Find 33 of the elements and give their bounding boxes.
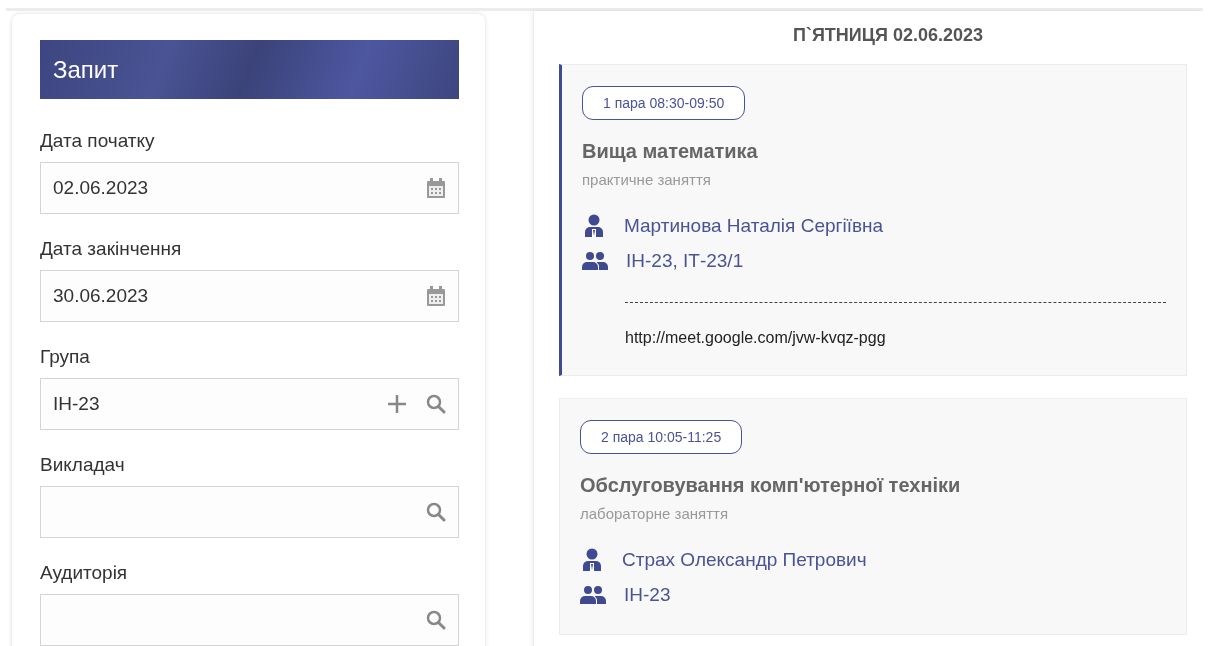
input-field[interactable]: 02.06.2023	[40, 162, 459, 214]
field-label: Дата початку	[40, 130, 156, 152]
input-field[interactable]	[40, 486, 459, 538]
lesson-type: лабораторне заняття	[580, 505, 730, 522]
input-field[interactable]	[40, 594, 459, 646]
lesson-type: практичне заняття	[582, 171, 712, 188]
day-title: П`ЯТНИЦЯ 02.06.2023	[792, 25, 984, 46]
search-icon[interactable]	[426, 394, 446, 414]
teacher-icon	[580, 548, 604, 572]
teacher-link[interactable]: Страх Олександр Петрович	[622, 549, 867, 571]
subject-title: Вища математика	[582, 140, 759, 163]
subject-title: Обслуговування комп'ютерної техніки	[580, 474, 962, 497]
teacher-link[interactable]: Мартинова Наталія Сергіївна	[624, 215, 884, 237]
meeting-link[interactable]: http://meet.google.com/jvw-kvqz-pgg	[625, 329, 886, 347]
group-icon	[582, 251, 608, 271]
calendar-icon[interactable]	[426, 285, 446, 307]
field-label: Дата закінчення	[40, 238, 183, 260]
group-link[interactable]: ІН-23	[624, 584, 671, 606]
field-label: Викладач	[40, 454, 126, 476]
calendar-icon[interactable]	[426, 177, 446, 199]
input-field[interactable]: 30.06.2023	[40, 270, 459, 322]
time-badge: 2 пара 10:05-11:25	[580, 420, 743, 454]
time-badge: 1 пара 08:30-09:50	[582, 86, 746, 120]
field-label: Аудиторія	[40, 562, 129, 584]
plus-icon[interactable]	[386, 393, 408, 415]
search-icon[interactable]	[426, 610, 446, 630]
field-label: Група	[40, 346, 91, 368]
group-icon	[580, 585, 606, 605]
search-icon[interactable]	[426, 502, 446, 522]
panel-title: Запит	[40, 40, 459, 99]
teacher-icon	[582, 214, 606, 238]
group-link[interactable]: ІН-23, ІТ-23/1	[626, 250, 744, 272]
input-field[interactable]: ІН-23	[40, 378, 459, 430]
